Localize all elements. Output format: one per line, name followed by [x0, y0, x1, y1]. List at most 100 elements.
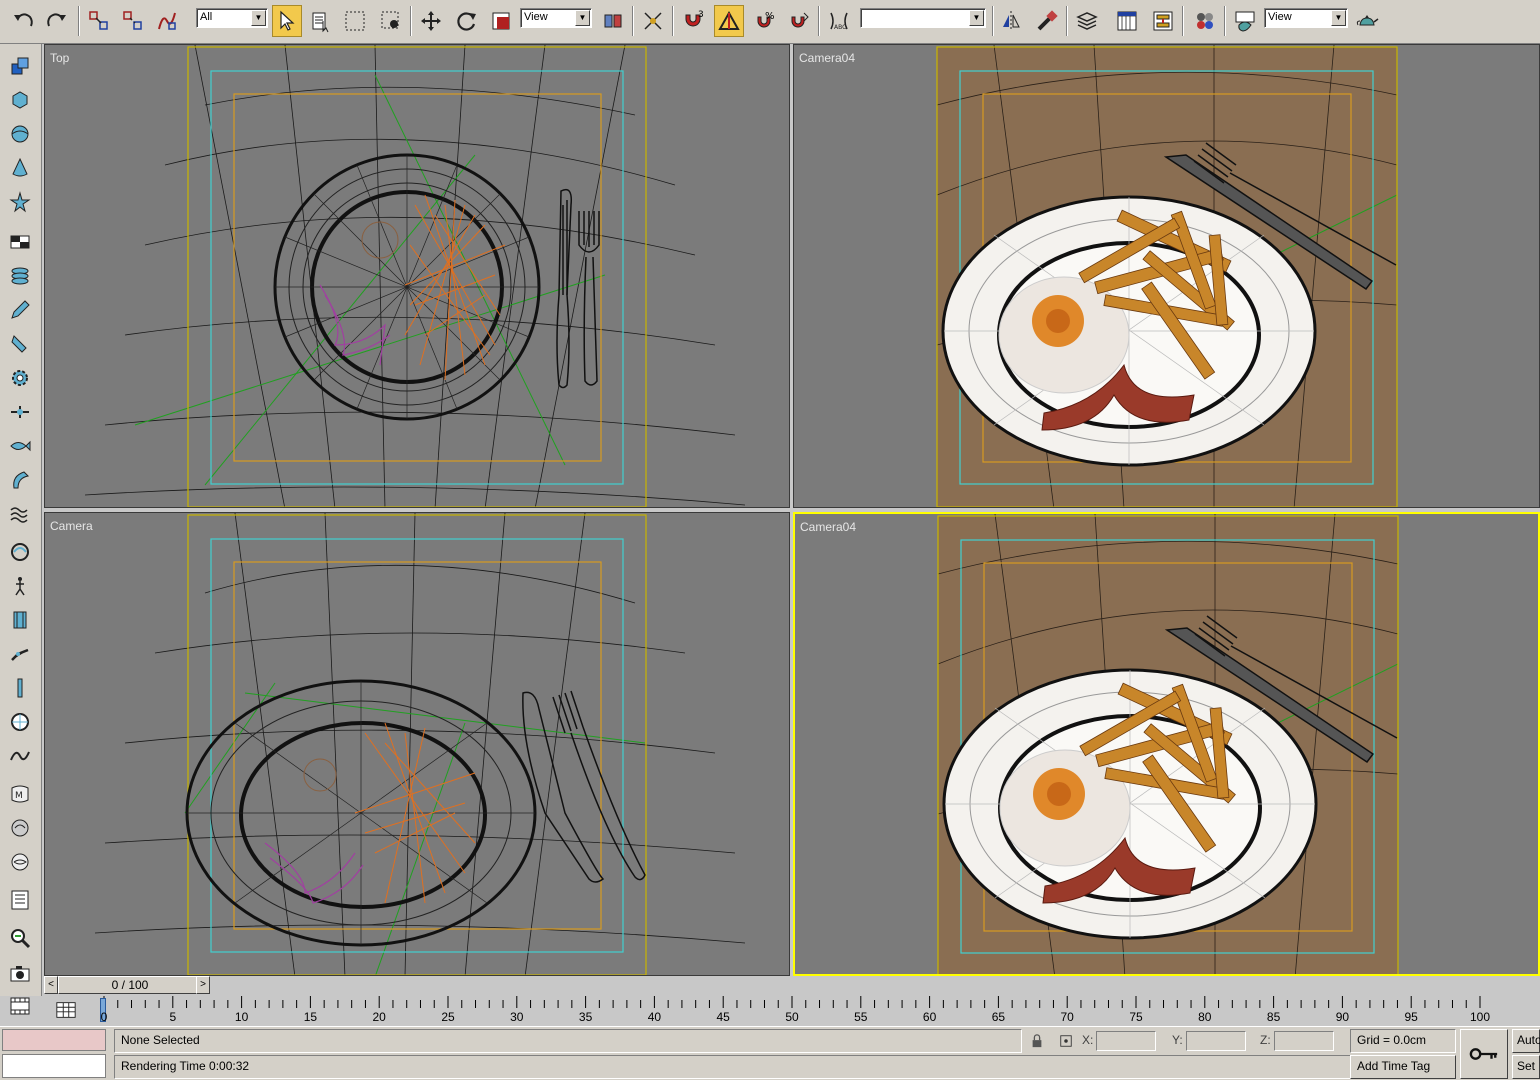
- scale-icon[interactable]: [486, 5, 516, 37]
- track-tick-label: 55: [854, 1010, 868, 1024]
- track-bar-ticks: [103, 996, 1481, 1008]
- spline-icon[interactable]: [6, 742, 34, 770]
- wave-icon[interactable]: [6, 500, 34, 528]
- move-icon[interactable]: [416, 5, 446, 37]
- add-time-tag-button[interactable]: Add Time Tag: [1350, 1055, 1456, 1079]
- pencil-icon[interactable]: [6, 296, 34, 324]
- material-editor-icon[interactable]: [1190, 5, 1220, 37]
- camera-icon[interactable]: [6, 960, 34, 988]
- auto-key-button[interactable]: Auto: [1512, 1029, 1540, 1053]
- layer-manager-icon[interactable]: [1072, 5, 1102, 37]
- cone-shape-icon[interactable]: [6, 154, 34, 182]
- track-bar[interactable]: 0 5 10 15 20 25 30 35 40 45 50 55 60 65 70 75 80 85 90 95 10…: [44, 996, 1540, 1026]
- lock-icon[interactable]: [1028, 1031, 1046, 1051]
- box-shape-icon[interactable]: [6, 86, 34, 114]
- absolute-mode-icon[interactable]: [1056, 1031, 1076, 1051]
- track-tick-label: 5: [169, 1010, 177, 1024]
- z-coordinate-field[interactable]: [1274, 1031, 1334, 1051]
- key-filter-icon[interactable]: [52, 998, 80, 1022]
- prompt-line: Rendering Time 0:00:32: [114, 1055, 1454, 1079]
- snap-toggle-icon[interactable]: 3: [678, 5, 708, 37]
- quick-render-teapot-icon[interactable]: [1352, 5, 1382, 37]
- redo-icon[interactable]: [42, 5, 72, 37]
- viewport-top[interactable]: Top: [44, 44, 790, 508]
- biped-icon[interactable]: [6, 572, 34, 600]
- chevron-down-icon: ▼: [251, 10, 266, 26]
- skin-icon[interactable]: [6, 674, 34, 702]
- set-key-button-key-icon[interactable]: [1460, 1029, 1508, 1079]
- display-icon[interactable]: [6, 538, 34, 566]
- bacon-wireframe-camera: [264, 842, 364, 904]
- track-tick-label: 60: [922, 1010, 937, 1024]
- time-slider[interactable]: < 0 / 100 >: [44, 976, 1540, 994]
- selection-status: None Selected: [114, 1029, 1022, 1053]
- align-icon[interactable]: [1032, 5, 1062, 37]
- sphere-shape-icon[interactable]: [6, 120, 34, 148]
- utilities-icon[interactable]: [6, 886, 34, 914]
- track-tick-label: 85: [1266, 1010, 1281, 1024]
- x-coordinate-field[interactable]: [1096, 1031, 1156, 1051]
- curve-editor-icon[interactable]: [1112, 5, 1142, 37]
- viewport-camera04-top[interactable]: Camera04: [793, 44, 1540, 508]
- mirror-icon[interactable]: [996, 5, 1026, 37]
- track-tick-label: 20: [372, 1010, 386, 1024]
- named-selection-sets-dropdown[interactable]: ▼: [860, 8, 986, 28]
- maxscript-listener-white[interactable]: [2, 1054, 106, 1078]
- schematic-view-icon[interactable]: [1148, 5, 1178, 37]
- maxscript-listener-pink[interactable]: [2, 1029, 106, 1051]
- rectangular-selection-icon[interactable]: [340, 5, 370, 37]
- select-by-name-icon[interactable]: [306, 5, 336, 37]
- select-and-link-icon[interactable]: [84, 5, 114, 37]
- camera-view-wireframe-scene: [94, 513, 746, 975]
- time-slider-next-button[interactable]: >: [196, 976, 210, 994]
- modify-panel-icon[interactable]: [6, 228, 34, 256]
- chevron-down-icon: ▼: [1331, 10, 1346, 26]
- edit-named-selections-icon[interactable]: ABC: [824, 5, 854, 37]
- x-label: X:: [1082, 1033, 1094, 1047]
- bones-icon[interactable]: [6, 640, 34, 668]
- camera04-render-scene-b: [937, 514, 1399, 974]
- unlink-selection-icon[interactable]: [118, 5, 148, 37]
- stack-icon[interactable]: [6, 262, 34, 290]
- y-coordinate-field[interactable]: [1186, 1031, 1246, 1051]
- video-icon[interactable]: [6, 992, 34, 1020]
- use-pivot-center-icon[interactable]: [598, 5, 628, 37]
- render-type-dropdown[interactable]: View ▼: [1264, 8, 1348, 28]
- character-studio-icon[interactable]: M: [6, 780, 34, 808]
- hierarchy-icon[interactable]: [6, 330, 34, 358]
- particle-system-icon[interactable]: [6, 188, 34, 216]
- gear-icon[interactable]: [6, 364, 34, 392]
- select-and-manipulate-icon[interactable]: [638, 5, 668, 37]
- spinner-snap-icon[interactable]: [784, 5, 814, 37]
- svg-text:3: 3: [698, 10, 704, 20]
- bacon-wireframe: [319, 284, 391, 366]
- reactor-icon[interactable]: [6, 848, 34, 876]
- window-crossing-icon[interactable]: [376, 5, 406, 37]
- reference-coordinate-dropdown[interactable]: View ▼: [520, 8, 592, 28]
- mental-ray-icon[interactable]: [6, 814, 34, 842]
- viewport-label-camera04-a: Camera04: [799, 51, 856, 65]
- undo-icon[interactable]: [8, 5, 38, 37]
- rotate-icon[interactable]: [452, 5, 482, 37]
- zoom-extents-icon[interactable]: [6, 924, 34, 952]
- create-objects-icon[interactable]: [6, 52, 34, 80]
- track-tick-label: 75: [1129, 1010, 1143, 1024]
- left-command-toolbar: M: [0, 44, 42, 1015]
- angle-snap-icon[interactable]: [714, 5, 744, 37]
- helper-icon[interactable]: [6, 708, 34, 736]
- time-slider-prev-button[interactable]: <: [44, 976, 58, 994]
- bind-to-space-warp-icon[interactable]: [152, 5, 182, 37]
- time-slider-thumb[interactable]: 0 / 100: [58, 976, 202, 994]
- render-scene-icon[interactable]: [1230, 5, 1260, 37]
- cloth-icon[interactable]: [6, 606, 34, 634]
- fish-icon[interactable]: [6, 432, 34, 460]
- selection-filter-dropdown[interactable]: All ▼: [196, 8, 268, 28]
- select-object-icon[interactable]: [272, 5, 302, 37]
- bend-icon[interactable]: [6, 466, 34, 494]
- set-key-button[interactable]: Set: [1512, 1055, 1540, 1079]
- viewport-camera04-active[interactable]: Camera04: [793, 512, 1540, 976]
- viewport-camera[interactable]: Camera: [44, 512, 790, 976]
- motion-icon[interactable]: [6, 398, 34, 426]
- percent-snap-icon[interactable]: %: [750, 5, 780, 37]
- egg-yolk-wireframe: [361, 221, 399, 259]
